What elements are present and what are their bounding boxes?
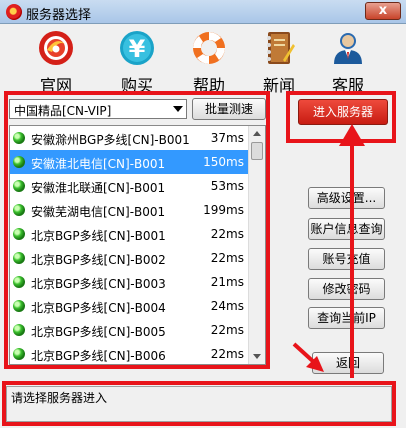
app-logo-icon	[6, 4, 22, 20]
annotation-arrow-line	[350, 138, 354, 378]
lifebuoy-icon	[193, 32, 225, 64]
toolbar-official-site[interactable]: 官网	[26, 28, 86, 95]
advanced-settings-button[interactable]: 高级设置...	[308, 187, 385, 209]
title-bar: 服务器选择 x	[0, 0, 406, 24]
toolbar-support[interactable]: 客服	[318, 28, 378, 95]
change-password-button[interactable]: 修改密码	[308, 278, 385, 300]
svg-text:¥: ¥	[129, 35, 146, 63]
annotation-box-status	[2, 381, 396, 426]
account-info-button[interactable]: 账户信息查询	[308, 218, 385, 240]
recharge-button[interactable]: 账号充值	[308, 248, 385, 270]
toolbar: 官网 ¥ 购买 帮助 新闻 客服	[0, 24, 406, 95]
query-ip-button[interactable]: 查询当前IP	[308, 307, 385, 329]
annotation-arrowhead-up-icon	[339, 124, 365, 146]
toolbar-buy[interactable]: ¥ 购买	[107, 28, 167, 95]
window-title: 服务器选择	[26, 8, 92, 23]
annotation-box-server-list	[4, 91, 270, 369]
official-site-icon	[39, 31, 73, 65]
annotation-arrow-diagonal-icon	[292, 342, 324, 372]
yen-icon: ¥	[120, 31, 154, 65]
user-icon	[334, 33, 362, 64]
toolbar-help[interactable]: 帮助	[179, 28, 239, 95]
notebook-icon	[267, 32, 295, 64]
close-button[interactable]: x	[365, 2, 401, 20]
toolbar-news[interactable]: 新闻	[249, 28, 309, 95]
